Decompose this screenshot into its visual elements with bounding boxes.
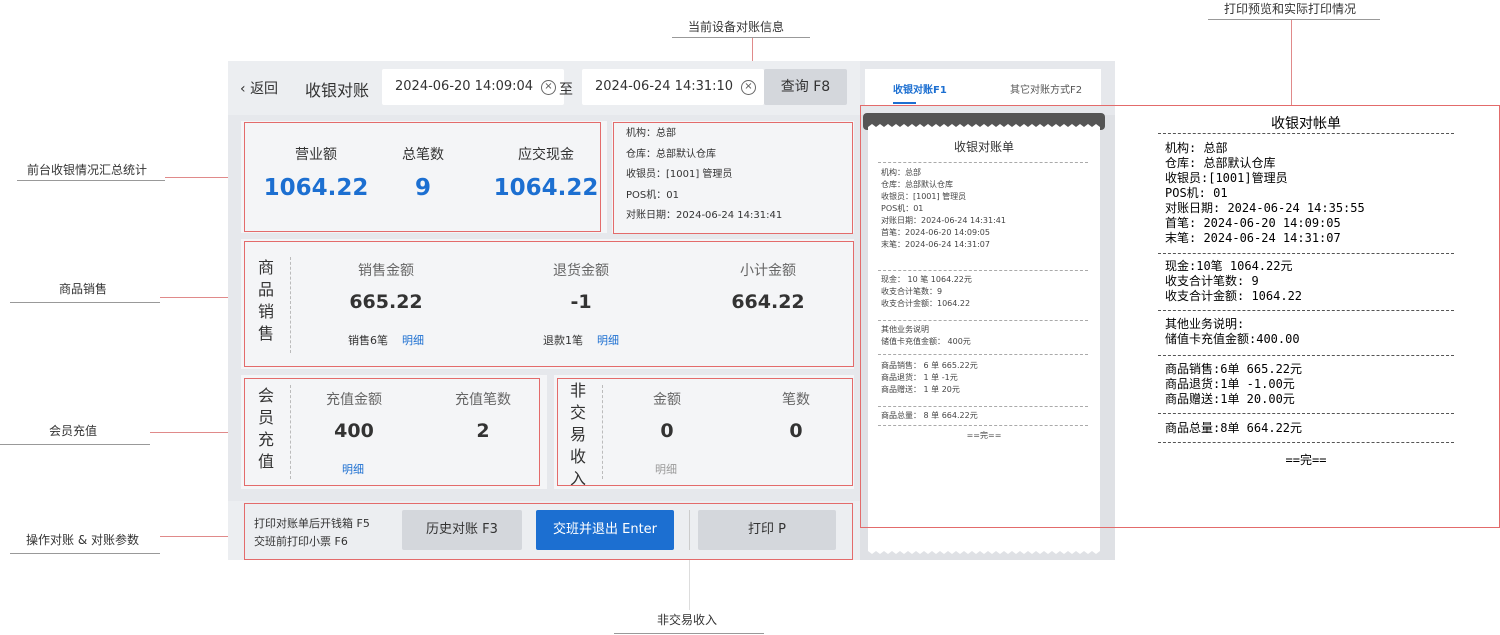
end-date-input[interactable]: 2024-06-24 14:31:10 ×	[582, 69, 764, 105]
callout-print-preview: 打印预览和实际打印情况	[1224, 2, 1357, 16]
clear-icon[interactable]: ×	[741, 80, 756, 95]
callout-goods-sales: 商品销售	[59, 282, 108, 296]
end-date-value: 2024-06-24 14:31:10	[595, 79, 734, 94]
query-button[interactable]: 查询 F8	[764, 69, 847, 105]
receipt-zigzag-bottom	[868, 546, 1100, 554]
page-title: 收银对账	[305, 81, 370, 100]
callout-non-trade: 非交易收入	[657, 613, 718, 627]
highlight-goods	[244, 241, 854, 367]
callout-operate: 操作对账 & 对账参数	[26, 533, 139, 547]
clear-icon[interactable]: ×	[541, 80, 556, 95]
tab-bar: 收银对账F1 其它对账方式F2	[865, 69, 1101, 105]
date-range-separator: 至	[559, 82, 573, 98]
highlight-summary	[244, 122, 601, 232]
chevron-left-icon: ‹	[240, 81, 246, 97]
callout-summary: 前台收银情况汇总统计	[27, 163, 148, 177]
callout-member-recharge: 会员充值	[49, 424, 98, 438]
callout-device-info: 当前设备对账信息	[688, 20, 785, 34]
highlight-print-preview	[860, 105, 1500, 528]
start-date-input[interactable]: 2024-06-20 14:09:04 ×	[382, 69, 564, 105]
back-button[interactable]: ‹ 返回	[240, 78, 278, 98]
highlight-nontrade	[557, 378, 853, 486]
highlight-member	[244, 378, 540, 486]
highlight-bottom	[244, 503, 853, 560]
highlight-device	[613, 122, 853, 234]
top-bar: ‹ 返回 收银对账 2024-06-20 14:09:04 × 至 2024-0…	[228, 61, 860, 115]
tab-active-indicator	[893, 102, 916, 104]
back-label: 返回	[250, 81, 279, 97]
start-date-value: 2024-06-20 14:09:04	[395, 79, 534, 94]
tab-other-reconcile[interactable]: 其它对账方式F2	[1010, 81, 1082, 96]
tab-cash-reconcile[interactable]: 收银对账F1	[893, 81, 947, 96]
